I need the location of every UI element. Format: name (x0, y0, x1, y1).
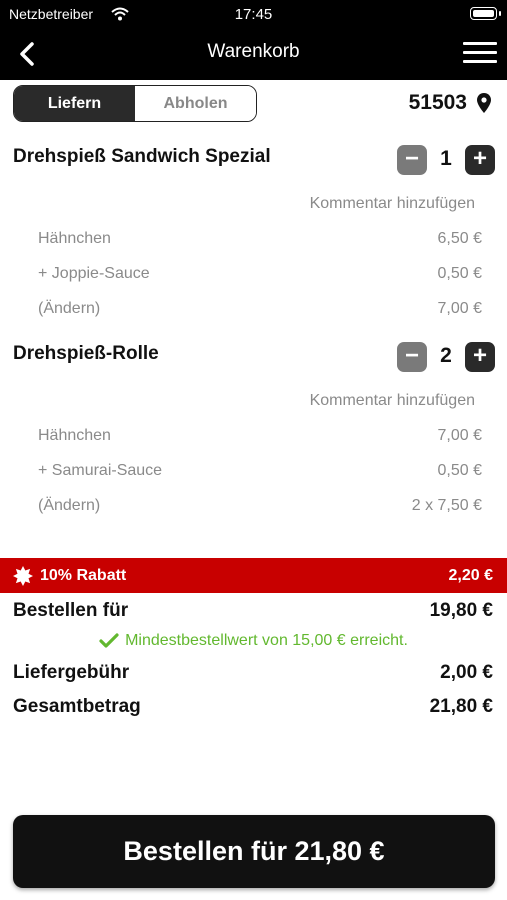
option-price: 6,50 € (437, 230, 482, 247)
total-value: 21,80 € (429, 696, 493, 717)
discount-amount: 2,20 € (448, 567, 493, 584)
decrease-quantity-button[interactable]: − (397, 342, 427, 372)
option-label: + Samurai-Sauce (38, 462, 163, 479)
option-label: Hähnchen (38, 230, 111, 247)
min-order-message: Mindestbestellwert von 15,00 € erreicht. (0, 632, 507, 650)
increase-quantity-button[interactable]: + (465, 342, 495, 372)
top-bar: Netzbetreiber 17:45 Warenkorb (0, 0, 507, 80)
item-total-price: 2 x 7,50 € (411, 497, 482, 514)
delivery-fee-row: Liefergebühr 2,00 € (13, 662, 493, 684)
increase-quantity-button[interactable]: + (465, 145, 495, 175)
subtotal-label: Bestellen für (13, 600, 129, 621)
quantity-stepper: − 1 + (397, 145, 495, 175)
status-time: 17:45 (234, 6, 273, 23)
total-label: Gesamtbetrag (13, 696, 141, 717)
option-price: 7,00 € (437, 427, 482, 444)
item-option-row: Hähnchen 6,50 € (38, 230, 482, 248)
hamburger-icon (463, 42, 497, 45)
item-option-row: (Ändern) 7,00 € (38, 300, 482, 318)
change-item-link[interactable]: (Ändern) (38, 300, 100, 318)
item-name[interactable]: Drehspieß-Rolle (13, 343, 159, 365)
add-comment-link[interactable]: Kommentar hinzufügen (310, 392, 475, 410)
delivery-location[interactable]: 51503 (409, 91, 491, 115)
item-option-row: Hähnchen 7,00 € (38, 427, 482, 445)
quantity-stepper: − 2 + (397, 342, 495, 372)
min-order-text: Mindestbestellwert von 15,00 € erreicht. (125, 632, 408, 649)
discount-banner: 10% Rabatt 2,20 € (0, 558, 507, 593)
add-comment-link[interactable]: Kommentar hinzufügen (310, 195, 475, 213)
subtotal-value: 19,80 € (429, 600, 493, 621)
page-title: Warenkorb (207, 41, 300, 62)
item-total-price: 7,00 € (437, 300, 482, 317)
item-option-row: + Joppie-Sauce 0,50 € (38, 265, 482, 283)
item-name[interactable]: Drehspieß Sandwich Spezial (13, 146, 271, 168)
discount-badge-icon (13, 566, 33, 586)
total-row: Gesamtbetrag 21,80 € (13, 696, 493, 718)
delivery-fee-label: Liefergebühr (13, 662, 130, 683)
tab-pickup[interactable]: Abholen (135, 86, 256, 121)
decrease-quantity-button[interactable]: − (397, 145, 427, 175)
delivery-fee-value: 2,00 € (440, 662, 493, 683)
option-label: Hähnchen (38, 427, 111, 444)
battery-icon (470, 7, 501, 20)
nav-bar: Warenkorb (0, 30, 507, 78)
zip-code: 51503 (408, 91, 467, 114)
status-bar: Netzbetreiber 17:45 (0, 5, 507, 25)
item-option-row: + Samurai-Sauce 0,50 € (38, 462, 482, 480)
option-price: 0,50 € (437, 462, 482, 479)
map-pin-icon (477, 93, 491, 113)
quantity-value: 1 (440, 147, 452, 170)
item-option-row: (Ändern) 2 x 7,50 € (38, 497, 482, 515)
option-label: + Joppie-Sauce (38, 265, 150, 282)
subtotal-row: Bestellen für 19,80 € (13, 600, 493, 622)
discount-label: 10% Rabatt (40, 567, 127, 584)
tab-deliver[interactable]: Liefern (14, 86, 135, 121)
place-order-button[interactable]: Bestellen für 21,80 € (13, 815, 495, 888)
menu-button[interactable] (463, 40, 497, 66)
delivery-mode-toggle: Liefern Abholen (13, 85, 257, 122)
quantity-value: 2 (440, 344, 452, 367)
change-item-link[interactable]: (Ändern) (38, 497, 100, 515)
option-price: 0,50 € (437, 265, 482, 282)
checkmark-icon (99, 633, 119, 648)
